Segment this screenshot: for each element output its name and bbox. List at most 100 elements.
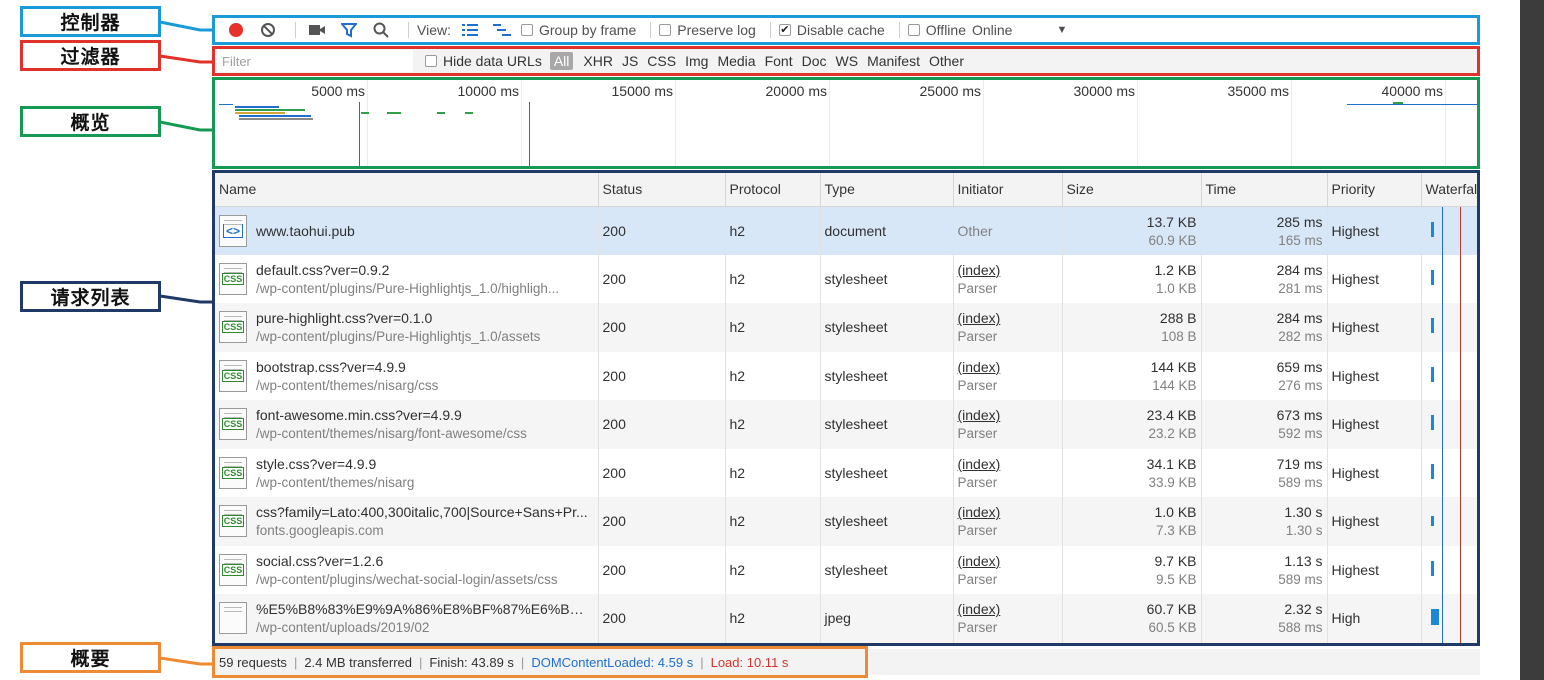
right-side-panel — [1520, 0, 1544, 680]
throttling-select[interactable]: Online ▼ — [972, 22, 1067, 38]
cell-name[interactable]: <> www.taohui.pub — [215, 206, 599, 255]
time-total: 1.13 s — [1284, 552, 1323, 569]
column-header-type[interactable]: Type — [820, 173, 954, 207]
cell-waterfall — [1421, 206, 1477, 255]
type-filter-img[interactable]: Img — [685, 53, 708, 69]
large-rows-icon[interactable] — [457, 18, 483, 42]
initiator-link[interactable]: (index) — [958, 407, 1062, 423]
overview-bar — [235, 106, 279, 108]
cell-status: 200 — [598, 497, 726, 546]
checkmark-icon[interactable]: ✔ — [778, 24, 791, 36]
cell-name[interactable]: CSS social.css?ver=1.2.6/wp-content/plugi… — [215, 545, 599, 594]
cell-waterfall — [1421, 254, 1477, 303]
timeline-overview[interactable]: 5000 ms 10000 ms 15000 ms 20000 ms 25000… — [212, 77, 1480, 169]
column-header-initiator[interactable]: Initiator — [953, 173, 1063, 207]
column-header-name[interactable]: Name — [215, 173, 599, 207]
type-filter-xhr[interactable]: XHR — [583, 53, 613, 69]
offline-checkbox[interactable]: Offline — [907, 22, 966, 38]
table-row[interactable]: CSS bootstrap.css?ver=4.9.9/wp-content/th… — [215, 351, 1477, 400]
search-icon[interactable] — [368, 18, 394, 42]
filter-icon[interactable] — [336, 18, 362, 42]
waterfall-view-icon[interactable] — [489, 18, 515, 42]
table-row[interactable]: %E5%B8%83%E9%9A%86%E8%BF%87%E6%BB%A... /w… — [215, 594, 1477, 643]
cell-waterfall — [1421, 400, 1477, 449]
type-filter-font[interactable]: Font — [765, 53, 793, 69]
request-path: /wp-content/uploads/2019/02 — [256, 620, 430, 636]
initiator-link[interactable]: (index) — [958, 504, 1062, 520]
cell-size: 144 KB 144 KB — [1062, 351, 1202, 400]
name-cell: CSS bootstrap.css?ver=4.9.9/wp-content/th… — [219, 359, 597, 393]
type-filter-all[interactable]: All — [549, 52, 574, 70]
cell-name[interactable]: CSS bootstrap.css?ver=4.9.9/wp-content/th… — [215, 351, 599, 400]
time-latency: 592 ms — [1278, 426, 1323, 442]
cell-status: 200 — [598, 206, 726, 255]
initiator-link[interactable]: Other — [958, 223, 1062, 239]
cell-time: 719 ms 589 ms — [1201, 448, 1328, 497]
hide-data-urls-checkbox[interactable]: Hide data URLs — [425, 53, 542, 69]
time-total: 284 ms — [1276, 261, 1323, 278]
type-filter-ws[interactable]: WS — [836, 53, 859, 69]
size-stack: 9.7 KB 9.5 KB — [1067, 553, 1196, 587]
cell-name[interactable]: CSS default.css?ver=0.9.2/wp-content/plug… — [215, 254, 599, 303]
time-stack: 284 ms 282 ms — [1206, 310, 1323, 344]
summary-requests: 59 requests — [219, 654, 287, 670]
type-filter-other[interactable]: Other — [929, 53, 964, 69]
column-header-waterfall[interactable]: Waterfall — [1421, 173, 1477, 207]
column-header-size[interactable]: Size — [1062, 173, 1202, 207]
table-row[interactable]: CSS default.css?ver=0.9.2/wp-content/plug… — [215, 254, 1477, 303]
column-header-protocol[interactable]: Protocol — [725, 173, 821, 207]
cell-priority: Highest — [1327, 448, 1422, 497]
initiator-link[interactable]: (index) — [958, 359, 1062, 375]
type-filter-js[interactable]: JS — [622, 53, 638, 69]
column-header-time[interactable]: Time — [1201, 173, 1328, 207]
table-row[interactable]: CSS social.css?ver=1.2.6/wp-content/plugi… — [215, 545, 1477, 594]
type-filter-manifest[interactable]: Manifest — [867, 53, 920, 69]
file-lines-icon — [224, 364, 242, 370]
size-transferred: 1.2 KB — [1154, 261, 1197, 278]
offline-label: Offline — [925, 22, 966, 38]
disable-cache-checkbox[interactable]: ✔ Disable cache — [778, 22, 885, 38]
initiator-link[interactable]: (index) — [958, 310, 1062, 326]
column-header-priority[interactable]: Priority — [1327, 173, 1422, 207]
cell-initiator: (index) Parser — [953, 254, 1063, 303]
request-list: Name Status Protocol Type Initiator Size… — [212, 170, 1480, 646]
cell-name[interactable]: CSS css?family=Lato:400,300italic,700|Sou… — [215, 497, 599, 546]
overview-bar — [239, 115, 311, 117]
initiator-link[interactable]: (index) — [958, 601, 1062, 617]
cell-priority: Highest — [1327, 206, 1422, 255]
checkbox-box[interactable] — [907, 24, 920, 36]
cell-priority: Highest — [1327, 400, 1422, 449]
record-icon[interactable] — [223, 18, 249, 42]
checkbox-box[interactable] — [659, 24, 672, 36]
type-filter-css[interactable]: CSS — [647, 53, 676, 69]
table-row[interactable]: <> www.taohui.pub 200 h2 document Other 13.7 K… — [215, 206, 1477, 255]
group-by-frame-checkbox[interactable]: Group by frame — [520, 22, 636, 38]
type-filter-doc[interactable]: Doc — [802, 53, 827, 69]
chevron-down-icon[interactable]: ▼ — [1056, 24, 1067, 36]
type-filter-media[interactable]: Media — [717, 53, 755, 69]
table-row[interactable]: CSS font-awesome.min.css?ver=4.9.9/wp-con… — [215, 400, 1477, 449]
cell-name[interactable]: CSS font-awesome.min.css?ver=4.9.9/wp-con… — [215, 400, 599, 449]
table-row[interactable]: CSS css?family=Lato:400,300italic,700|Sou… — [215, 497, 1477, 546]
size-transferred: 60.7 KB — [1146, 601, 1197, 618]
initiator-link[interactable]: (index) — [958, 262, 1062, 278]
table-row[interactable]: CSS pure-highlight.css?ver=0.1.0/wp-conte… — [215, 303, 1477, 352]
checkbox-box[interactable] — [425, 55, 437, 67]
initiator-link[interactable]: (index) — [958, 456, 1062, 472]
overview-bar — [235, 109, 305, 111]
table-row[interactable]: CSS style.css?ver=4.9.9/wp-content/themes… — [215, 448, 1477, 497]
css-file-icon: CSS — [219, 505, 247, 538]
cell-time: 285 ms 165 ms — [1201, 206, 1328, 255]
size-stack: 34.1 KB 33.9 KB — [1067, 456, 1197, 490]
cell-name[interactable]: CSS style.css?ver=4.9.9/wp-content/themes… — [215, 448, 599, 497]
filter-input[interactable]: Filter — [217, 50, 413, 72]
cell-name[interactable]: %E5%B8%83%E9%9A%86%E8%BF%87%E6%BB%A... /w… — [215, 594, 599, 643]
hide-data-urls-label: Hide data URLs — [443, 53, 542, 69]
cell-name[interactable]: CSS pure-highlight.css?ver=0.1.0/wp-conte… — [215, 303, 599, 352]
initiator-link[interactable]: (index) — [958, 553, 1062, 569]
column-header-status[interactable]: Status — [598, 173, 726, 207]
checkbox-box[interactable] — [520, 24, 533, 36]
preserve-log-checkbox[interactable]: Preserve log — [659, 22, 756, 38]
camera-icon[interactable] — [304, 18, 330, 42]
clear-icon[interactable] — [255, 18, 281, 42]
